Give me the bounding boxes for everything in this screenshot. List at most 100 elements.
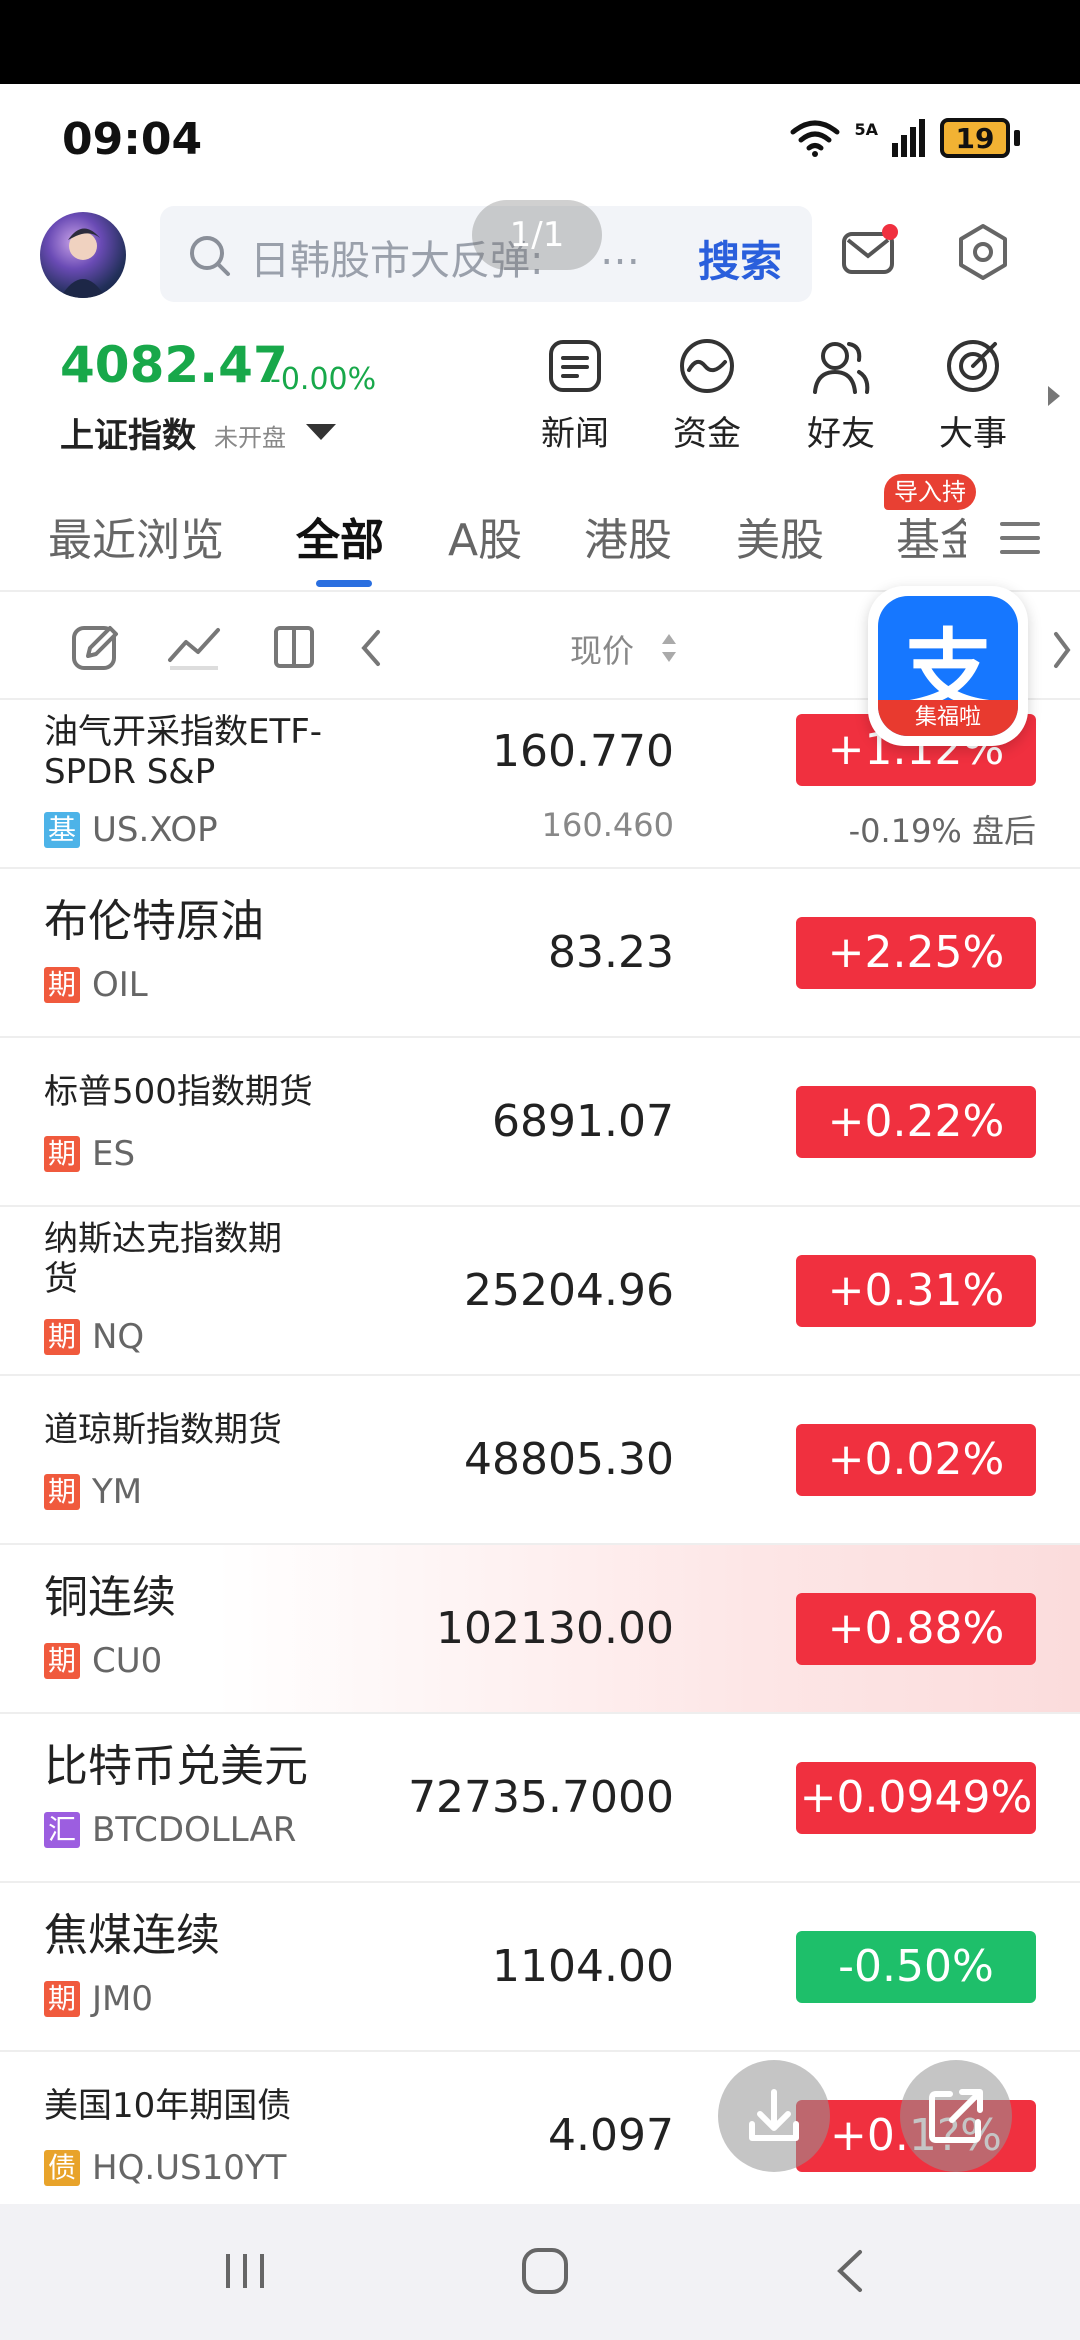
chevron-right-icon[interactable] xyxy=(1050,628,1074,672)
tab-all[interactable]: 全部 xyxy=(296,504,384,568)
index-change: -0.00% xyxy=(270,362,377,397)
system-nav-bar xyxy=(0,2204,1080,2340)
avatar-image xyxy=(60,228,106,298)
row-tag: 汇 xyxy=(44,1812,80,1848)
status-bar: 09:04 5A 19 xyxy=(0,84,1080,194)
alipay-band-text: 集福啦 xyxy=(878,700,1018,736)
row-change-badge[interactable]: +2.25% xyxy=(796,917,1036,989)
tab-a-shares[interactable]: A股 xyxy=(448,504,522,568)
tab-hk-shares[interactable]: 港股 xyxy=(584,504,672,568)
row-price: 72735.7000 xyxy=(408,1772,674,1823)
search-row: 日韩股市大反弹: … 1/1 搜索 xyxy=(0,200,1080,310)
import-badge[interactable]: 导入持 xyxy=(884,474,976,510)
columns-icon[interactable] xyxy=(272,622,316,672)
quick-link-news[interactable]: 新闻 xyxy=(520,336,630,455)
battery-indicator: 19 xyxy=(940,118,1010,158)
quick-link-friends[interactable]: 好友 xyxy=(786,336,896,455)
trend-icon[interactable] xyxy=(166,622,222,672)
row-change-badge[interactable]: +0.88% xyxy=(796,1593,1036,1665)
recent-apps-icon[interactable] xyxy=(220,2246,270,2296)
row-subprice: 160.460 xyxy=(541,806,674,844)
mail-icon[interactable] xyxy=(840,222,900,282)
table-row[interactable]: 道琼斯指数期货 期 YM 48805.30 +0.02% xyxy=(0,1376,1080,1545)
row-name: 标普500指数期货 xyxy=(44,1072,313,1112)
chevron-down-icon[interactable] xyxy=(306,424,336,440)
index-status: 未开盘 xyxy=(214,424,286,452)
search-input[interactable]: 日韩股市大反弹: … 1/1 搜索 xyxy=(160,200,812,302)
sort-price-label[interactable]: 现价 xyxy=(570,626,634,672)
row-code-wrap: 期 YM xyxy=(44,1472,142,1512)
row-name: 油气开采指数ETF-SPDR S&P xyxy=(44,712,323,792)
quick-link-events[interactable]: 大事 xyxy=(918,336,1028,455)
table-row[interactable]: 铜连续 期 CU0 102130.00 +0.88% xyxy=(0,1545,1080,1714)
row-price: 4.097 xyxy=(548,2110,674,2161)
row-code: JM0 xyxy=(92,1979,153,2019)
alipay-float-button[interactable]: 支 集福啦 xyxy=(868,586,1028,746)
table-row[interactable]: 纳斯达克指数期货 期 NQ 25204.96 +0.31% xyxy=(0,1207,1080,1376)
share-icon xyxy=(929,2089,983,2143)
wifi-icon xyxy=(790,120,840,157)
table-row[interactable]: 焦煤连续 期 JM0 1104.00 -0.50% xyxy=(0,1883,1080,2052)
back-icon[interactable] xyxy=(830,2246,870,2296)
row-price: 25204.96 xyxy=(464,1265,674,1316)
row-tag: 期 xyxy=(44,967,80,1003)
download-icon xyxy=(749,2089,799,2141)
row-tag: 债 xyxy=(44,2150,80,2186)
menu-icon[interactable] xyxy=(998,518,1042,558)
tab-funds[interactable]: 基金 xyxy=(896,504,966,568)
active-tab-underline xyxy=(316,580,372,587)
row-change-badge[interactable]: +0.22% xyxy=(796,1086,1036,1158)
table-row[interactable]: 比特币兑美元 汇 BTCDOLLAR 72735.7000 +0.0949% xyxy=(0,1714,1080,1883)
quick-link-funds[interactable]: 资金 xyxy=(652,336,762,455)
row-code-wrap: 期 OIL xyxy=(44,965,148,1005)
table-row[interactable]: 标普500指数期货 期 ES 6891.07 +0.22% xyxy=(0,1038,1080,1207)
row-tag: 期 xyxy=(44,1643,80,1679)
watchlist: 油气开采指数ETF-SPDR S&P 基 US.XOP 160.770 160.… xyxy=(0,700,1080,2221)
row-tag: 期 xyxy=(44,1981,80,2017)
avatar[interactable] xyxy=(40,212,126,298)
index-value: 4082.47 xyxy=(60,336,288,394)
tab-recent[interactable]: 最近浏览 xyxy=(48,504,224,568)
friends-icon xyxy=(813,342,870,394)
row-tag: 期 xyxy=(44,1319,80,1355)
chevron-left-icon[interactable] xyxy=(356,626,386,670)
row-name: 纳斯达克指数期货 xyxy=(44,1219,282,1299)
row-price: 48805.30 xyxy=(464,1434,674,1485)
sort-icon[interactable] xyxy=(660,632,678,664)
row-after-hours: -0.19% 盘后 xyxy=(848,812,1036,850)
signal-icon xyxy=(892,119,925,157)
edit-icon[interactable] xyxy=(70,622,122,674)
row-change-badge[interactable]: +0.31% xyxy=(796,1255,1036,1327)
row-code-wrap: 期 JM0 xyxy=(44,1979,153,2019)
share-button[interactable] xyxy=(900,2060,1012,2172)
row-code-wrap: 汇 BTCDOLLAR xyxy=(44,1810,296,1850)
row-name: 比特币兑美元 xyxy=(44,1741,308,1792)
row-name: 道琼斯指数期货 xyxy=(44,1410,282,1450)
home-icon[interactable] xyxy=(520,2246,570,2296)
row-code: BTCDOLLAR xyxy=(92,1810,297,1850)
gear-icon[interactable] xyxy=(955,222,1011,282)
row-change-badge[interactable]: -0.50% xyxy=(796,1931,1036,2003)
row-name: 焦煤连续 xyxy=(44,1910,220,1961)
search-icon xyxy=(190,236,230,276)
row-name: 布伦特原油 xyxy=(44,896,264,947)
row-change-badge[interactable]: +0.0949% xyxy=(796,1762,1036,1834)
row-change-badge[interactable]: +0.02% xyxy=(796,1424,1036,1496)
row-code: NQ xyxy=(92,1317,145,1357)
row-code: YM xyxy=(92,1472,143,1512)
quick-link-label: 好友 xyxy=(807,414,875,454)
status-icons: 5A 19 xyxy=(790,118,1020,158)
table-row[interactable]: 布伦特原油 期 OIL 83.23 +2.25% xyxy=(0,869,1080,1038)
row-price: 102130.00 xyxy=(436,1603,674,1654)
tab-us-shares[interactable]: 美股 xyxy=(736,504,824,568)
search-button[interactable]: 搜索 xyxy=(698,228,782,289)
row-tag: 基 xyxy=(44,812,80,848)
row-price: 83.23 xyxy=(548,927,674,978)
download-button[interactable] xyxy=(718,2060,830,2172)
chevron-right-icon[interactable] xyxy=(1048,386,1060,406)
status-time: 09:04 xyxy=(62,114,203,165)
row-price: 160.770 xyxy=(492,726,674,777)
events-icon xyxy=(947,340,999,392)
index-summary[interactable]: 4082.47 -0.00% 上证指数 未开盘 新闻 资金 好友 大事 xyxy=(0,320,1080,470)
row-code: ES xyxy=(92,1134,136,1174)
